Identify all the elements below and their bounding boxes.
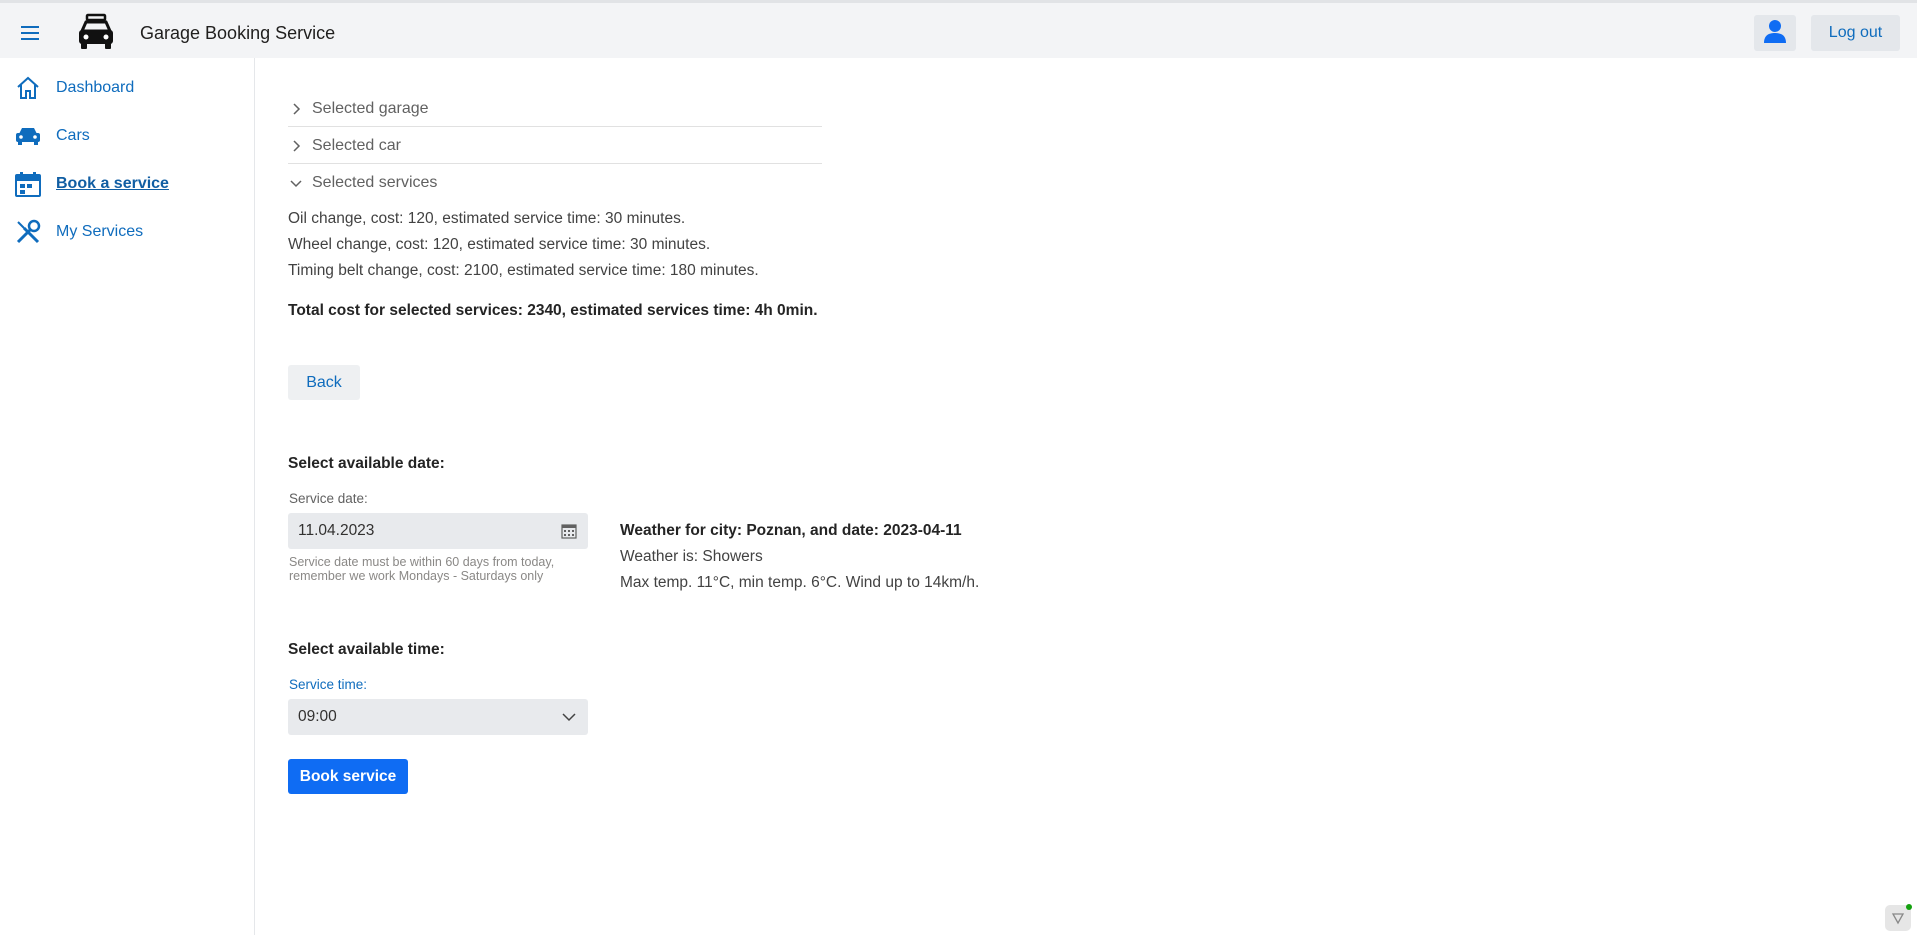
user-icon (1762, 18, 1788, 49)
calendar-icon (14, 170, 42, 198)
sidebar-item-book-a-service[interactable]: Book a service (14, 169, 169, 199)
accordion-label: Selected services (312, 174, 438, 191)
weather-heading: Weather for city: Poznan, and date: 2023… (620, 522, 962, 539)
tools-icon (14, 218, 42, 246)
service-date-label: Service date: (289, 491, 368, 506)
service-line: Oil change, cost: 120, estimated service… (288, 210, 686, 227)
car-icon (14, 122, 42, 150)
accordion-label: Selected car (312, 136, 401, 154)
app-title: Garage Booking Service (140, 23, 336, 43)
weather-details: Max temp. 11°C, min temp. 6°C. Wind up t… (620, 574, 980, 591)
home-icon (14, 74, 42, 102)
status-dot-icon (1906, 904, 1912, 910)
logout-button[interactable]: Log out (1811, 15, 1900, 51)
sidebar: Dashboard Cars Book a service My Service… (0, 58, 255, 935)
sidebar-item-label: Book a service (56, 175, 169, 192)
accordion-selected-car[interactable]: Selected car (288, 128, 822, 164)
top-bar: Garage Booking Service Log out (0, 0, 1917, 58)
service-date-value: 11.04.2023 (298, 522, 375, 539)
chevron-down-icon (288, 178, 304, 188)
date-section-heading: Select available date: (288, 455, 445, 472)
sidebar-item-label: Cars (56, 127, 90, 144)
service-line: Timing belt change, cost: 2100, estimate… (288, 262, 759, 279)
car-logo-icon (74, 13, 118, 53)
service-time-label: Service time: (289, 677, 368, 692)
user-button[interactable] (1754, 15, 1796, 51)
sidebar-item-dashboard[interactable]: Dashboard (14, 73, 134, 103)
accordion-selected-services[interactable]: Selected services (288, 165, 822, 201)
sidebar-item-cars[interactable]: Cars (14, 121, 90, 151)
sidebar-item-label: My Services (56, 223, 144, 240)
time-section-heading: Select available time: (288, 641, 445, 658)
chevron-down-icon[interactable] (560, 708, 578, 726)
service-time-value: 09:00 (298, 708, 337, 725)
back-button[interactable]: Back (288, 365, 360, 400)
book-service-button[interactable]: Book service (288, 759, 408, 794)
service-date-field[interactable]: 11.04.2023 (288, 513, 588, 549)
service-date-hint: Service date must be within 60 days from… (289, 555, 555, 583)
accordion-selected-garage[interactable]: Selected garage (288, 91, 822, 127)
chevron-right-icon (288, 139, 304, 152)
service-line: Wheel change, cost: 120, estimated servi… (288, 236, 711, 253)
sidebar-item-label: Dashboard (56, 79, 135, 96)
calendar-icon[interactable] (560, 522, 578, 540)
weather-condition: Weather is: Showers (620, 548, 763, 565)
chevron-right-icon (288, 102, 304, 115)
service-time-select[interactable]: 09:00 (288, 699, 588, 735)
accordion-label: Selected garage (312, 99, 429, 117)
hamburger-icon[interactable] (16, 19, 44, 47)
services-total: Total cost for selected services: 2340, … (288, 302, 818, 319)
sidebar-item-my-services[interactable]: My Services (14, 217, 143, 247)
